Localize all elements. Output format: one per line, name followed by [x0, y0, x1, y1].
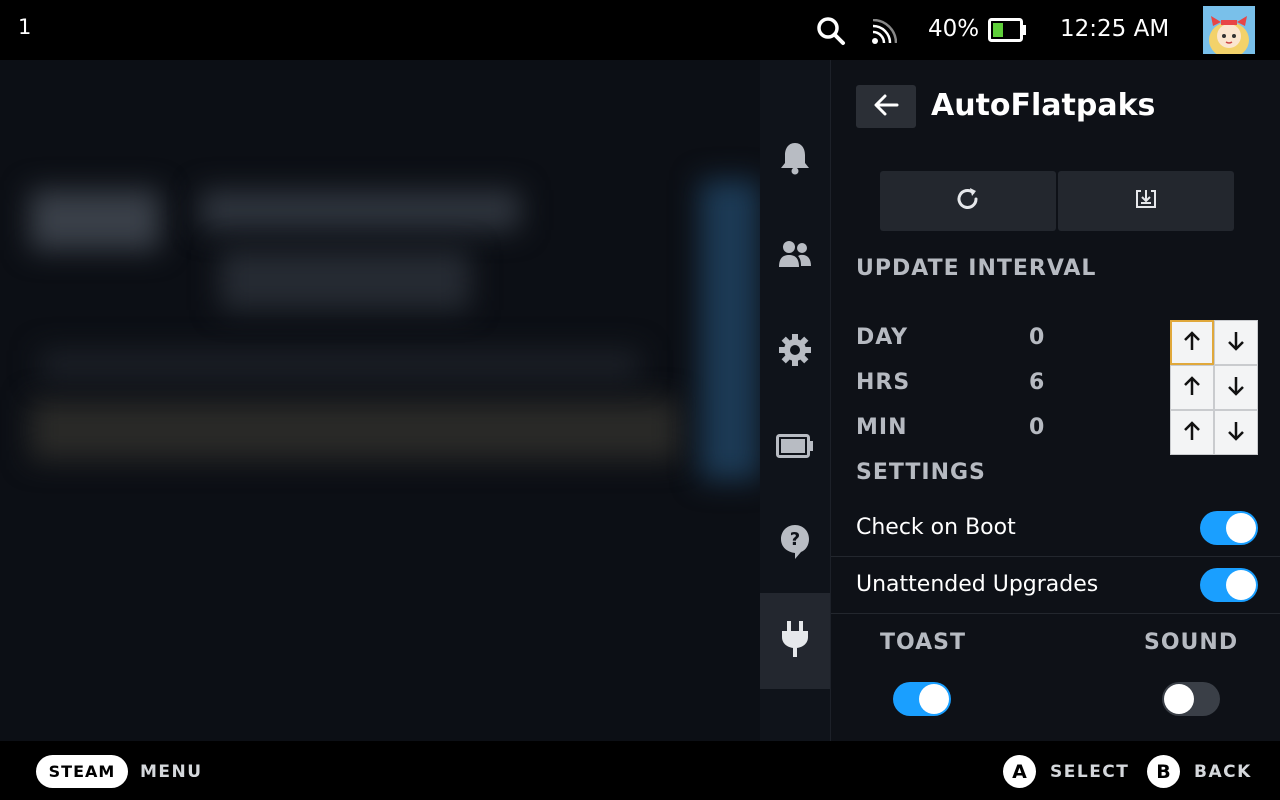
hrs-label: HRS: [856, 370, 911, 395]
toast-label: TOAST: [880, 630, 966, 655]
arrow-up-icon: [1182, 375, 1202, 401]
arrow-down-icon: [1226, 330, 1246, 356]
refresh-button[interactable]: [880, 171, 1056, 231]
clock: 12:25 AM: [1060, 16, 1170, 42]
min-decrement-button[interactable]: [1214, 410, 1258, 455]
nav-settings[interactable]: [760, 304, 830, 400]
unattended-upgrades-toggle[interactable]: [1200, 568, 1258, 602]
hrs-decrement-button[interactable]: [1214, 365, 1258, 410]
install-updates-button[interactable]: [1058, 171, 1234, 231]
update-interval-heading: UPDATE INTERVAL: [856, 256, 1097, 281]
arrow-up-icon: [1182, 330, 1202, 356]
battery-icon: [988, 18, 1028, 46]
search-icon[interactable]: [816, 16, 846, 50]
battery-percent: 40%: [928, 16, 980, 42]
check-on-boot-toggle[interactable]: [1200, 511, 1258, 545]
menu-label: MENU: [140, 762, 203, 782]
a-button-icon: A: [1003, 755, 1036, 788]
nav-help[interactable]: ?: [760, 496, 830, 592]
download-icon: [1134, 188, 1158, 214]
back-label: BACK: [1194, 762, 1252, 782]
arrow-down-icon: [1226, 375, 1246, 401]
nav-plugins[interactable]: [760, 593, 830, 689]
day-increment-button[interactable]: [1170, 320, 1214, 365]
plug-icon: [780, 619, 810, 663]
day-value: 0: [1029, 325, 1045, 350]
check-on-boot-label: Check on Boot: [856, 515, 1016, 540]
unattended-upgrades-label: Unattended Upgrades: [856, 572, 1099, 597]
bottom-hint-bar: STEAM MENU A SELECT B BACK: [0, 741, 1280, 800]
b-button-icon: B: [1147, 755, 1180, 788]
friends-icon: [778, 239, 812, 273]
toast-toggle[interactable]: [893, 682, 951, 716]
top-status-bar: 1 40% 12:25 AM: [0, 0, 1280, 60]
hrs-value: 6: [1029, 370, 1045, 395]
gear-icon: [778, 333, 812, 371]
min-increment-button[interactable]: [1170, 410, 1214, 455]
arrow-up-icon: [1182, 420, 1202, 446]
unattended-upgrades-row[interactable]: Unattended Upgrades: [831, 557, 1280, 614]
min-value: 0: [1029, 415, 1045, 440]
sound-toggle[interactable]: [1162, 682, 1220, 716]
plugin-panel: AutoFlatpaks UPDATE INTERVAL DAY 0 HRS 6…: [830, 60, 1280, 741]
help-icon: ?: [779, 523, 811, 565]
day-label: DAY: [856, 325, 909, 350]
hrs-increment-button[interactable]: [1170, 365, 1214, 410]
check-on-boot-row[interactable]: Check on Boot: [831, 500, 1280, 557]
quick-access-nav: ?: [760, 60, 830, 741]
nav-performance[interactable]: [760, 400, 830, 496]
signal-icon: [871, 18, 898, 49]
sound-label: SOUND: [1144, 630, 1239, 655]
notification-count: 1: [18, 15, 32, 39]
nav-friends[interactable]: [760, 208, 830, 304]
page-title: AutoFlatpaks: [931, 88, 1156, 123]
steam-button[interactable]: STEAM: [36, 755, 128, 788]
nav-notifications[interactable]: [760, 112, 830, 208]
refresh-icon: [955, 186, 981, 216]
back-button[interactable]: [856, 85, 916, 128]
svg-text:?: ?: [790, 529, 800, 550]
select-label: SELECT: [1050, 762, 1130, 782]
settings-heading: SETTINGS: [856, 460, 986, 485]
arrow-left-icon: [873, 94, 899, 120]
background-content: [0, 60, 760, 741]
day-decrement-button[interactable]: [1214, 320, 1258, 365]
avatar[interactable]: [1203, 6, 1255, 54]
arrow-down-icon: [1226, 420, 1246, 446]
bell-icon: [779, 140, 811, 180]
battery-icon: [776, 433, 814, 463]
min-label: MIN: [856, 415, 908, 440]
